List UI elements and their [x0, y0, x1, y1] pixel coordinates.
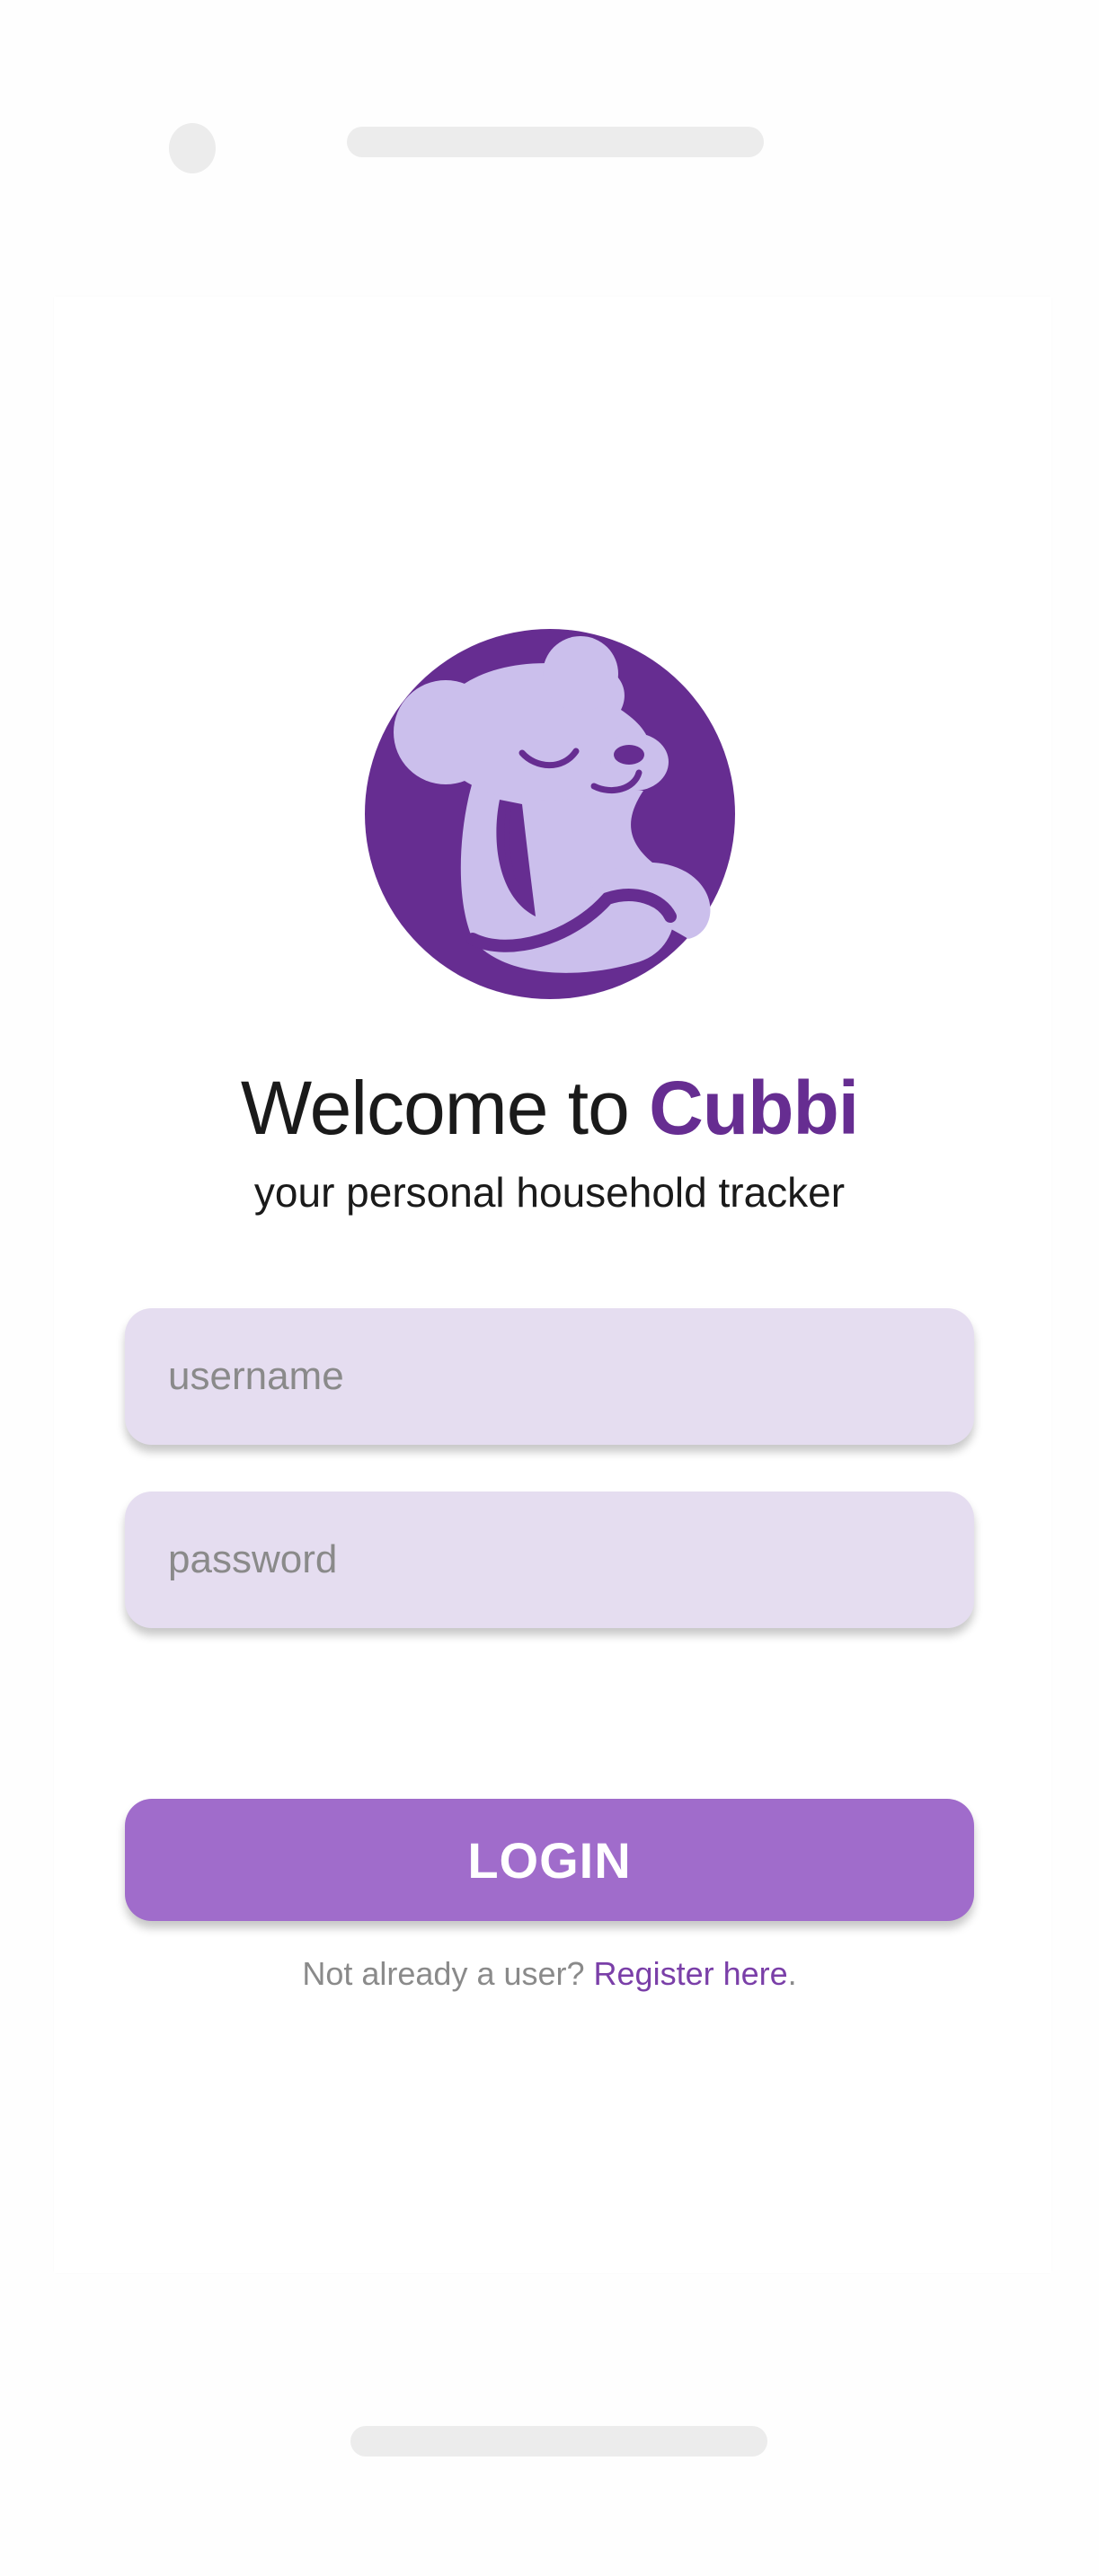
password-field[interactable] [125, 1492, 974, 1628]
home-indicator [350, 2426, 767, 2456]
speaker-bar [347, 127, 764, 157]
brand-name: Cubbi [649, 1066, 859, 1150]
login-screen: Welcome to Cubbi your personal household… [0, 0, 1099, 2576]
register-line: Not already a user? Register here. [0, 1952, 1099, 1996]
register-prompt: Not already a user? [302, 1955, 594, 1992]
register-suffix: . [787, 1955, 797, 1992]
register-link[interactable]: Register here [594, 1955, 788, 1992]
login-button[interactable]: LOGIN [125, 1799, 974, 1921]
username-field[interactable] [125, 1308, 974, 1445]
camera-dot [169, 123, 216, 173]
tagline: your personal household tracker [253, 1169, 846, 1216]
welcome-prefix: Welcome to [240, 1066, 650, 1150]
welcome-heading: Welcome to Cubbi [0, 1058, 1099, 1157]
teddy-bear-logo-icon [365, 629, 735, 999]
